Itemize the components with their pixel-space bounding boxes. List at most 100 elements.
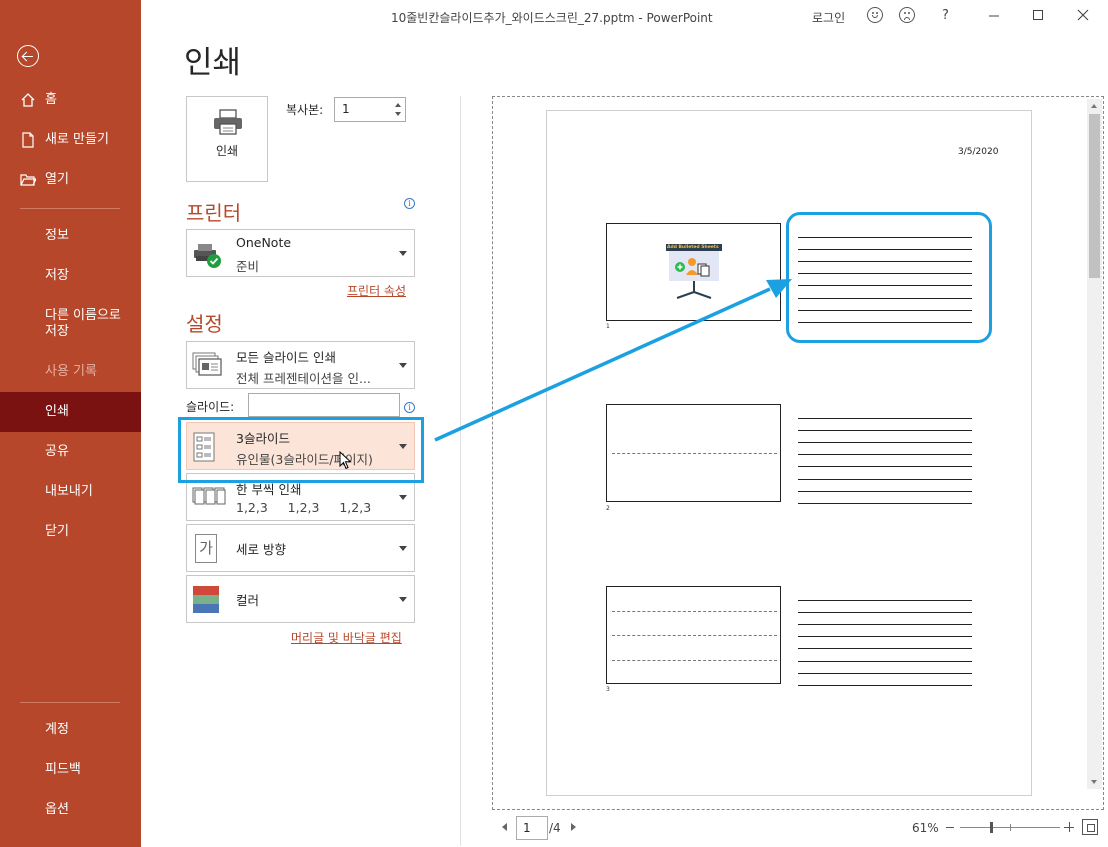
note-line [798, 418, 972, 419]
copies-stepper[interactable]: 1 [334, 97, 406, 122]
settings-heading: 설정 [186, 312, 223, 336]
sidebar-item-info[interactable]: 정보 [0, 216, 141, 256]
zoom-slider-thumb[interactable] [990, 822, 993, 833]
frown-feedback-icon[interactable] [897, 5, 917, 25]
printer-properties-link[interactable]: 프린터 속성 [347, 282, 406, 299]
sidebar-item-print[interactable]: 인쇄 [0, 392, 141, 432]
dashed-placeholder-line [612, 611, 777, 612]
print-range-title: 모든 슬라이드 인쇄 [236, 350, 336, 365]
back-arrow-icon[interactable] [17, 45, 39, 67]
smile-feedback-icon[interactable] [865, 5, 885, 25]
close-icon[interactable] [1073, 5, 1093, 25]
info-icon[interactable]: i [404, 402, 415, 413]
note-line [798, 466, 972, 467]
portrait-orientation-icon: 가 [195, 534, 217, 563]
scroll-up-icon[interactable] [1091, 104, 1097, 108]
scroll-down-icon[interactable] [1091, 780, 1097, 784]
slide-number: 1 [606, 323, 610, 330]
slides-input[interactable] [248, 393, 400, 417]
sidebar-item-label: 홈 [45, 92, 57, 107]
note-line [798, 673, 972, 674]
chevron-down-icon [399, 363, 407, 368]
sidebar-item-new[interactable]: 새로 만들기 [0, 120, 141, 160]
home-icon [21, 93, 35, 107]
sidebar-item-label: 사용 기록 [45, 364, 97, 379]
sidebar-item-label: 공유 [45, 444, 69, 459]
sidebar-item-save-as[interactable]: 다른 이름으로 저장 [0, 300, 141, 348]
print-button[interactable]: 인쇄 [186, 96, 268, 182]
sidebar-divider [20, 702, 120, 703]
spin-down-icon[interactable] [395, 112, 401, 116]
sidebar-item-label: 피드백 [45, 762, 81, 777]
slide-thumbnail [606, 404, 781, 502]
sidebar-item-save[interactable]: 저장 [0, 256, 141, 296]
sign-in-link[interactable]: 로그인 [812, 9, 845, 26]
scroll-thumb[interactable] [1089, 114, 1100, 278]
sidebar-item-account[interactable]: 계정 [0, 710, 141, 750]
preview-scrollbar[interactable] [1087, 99, 1102, 789]
color-dropdown[interactable]: 컬러 [186, 575, 415, 623]
sidebar-item-label: 저장 [45, 268, 69, 283]
dashed-placeholder-line [612, 635, 777, 636]
sidebar-item-history: 사용 기록 [0, 352, 141, 392]
current-page: 1 [523, 821, 531, 835]
note-line [798, 442, 972, 443]
chevron-down-icon [399, 495, 407, 500]
page-number-input[interactable]: 1 [516, 816, 548, 840]
sidebar-item-home[interactable]: 홈 [0, 80, 141, 120]
next-page-icon[interactable] [571, 823, 576, 831]
color-swatch-icon [193, 586, 219, 613]
slide-thumbnail: Add Bulleted Sheets [606, 223, 781, 321]
chevron-down-icon [399, 251, 407, 256]
previous-page-icon[interactable] [502, 823, 507, 831]
sidebar-item-label: 닫기 [45, 524, 69, 539]
onenote-printer-icon [194, 244, 221, 268]
zoom-out-icon[interactable] [946, 827, 954, 828]
slide-number: 2 [606, 505, 610, 512]
note-line [798, 636, 972, 637]
maximize-icon[interactable] [1028, 5, 1048, 25]
sidebar-item-label: 인쇄 [45, 404, 69, 419]
print-range-detail: 전체 프레젠테이션을 인... [236, 371, 371, 386]
header-footer-link[interactable]: 머리글 및 바닥글 편집 [291, 629, 402, 646]
backstage-sidebar: 홈 새로 만들기 열기 정보 저장 다른 이름으로 저장 사용 기록 인쇄 공유… [0, 0, 141, 847]
zoom-level[interactable]: 61% [912, 821, 939, 835]
sidebar-item-label: 정보 [45, 228, 69, 243]
all-slides-icon [192, 352, 222, 376]
help-button[interactable]: ? [942, 8, 962, 28]
note-line [798, 454, 972, 455]
printer-name: OneNote [236, 235, 292, 250]
page-title: 인쇄 [184, 45, 242, 81]
note-line [798, 624, 972, 625]
collate-detail: 1,2,3 1,2,3 1,2,3 [236, 500, 372, 515]
copies-value: 1 [342, 102, 350, 116]
sidebar-divider [20, 208, 120, 209]
info-icon[interactable]: i [404, 198, 415, 209]
sidebar-item-open[interactable]: 열기 [0, 160, 141, 200]
orientation-dropdown[interactable]: 가 세로 방향 [186, 524, 415, 572]
spin-up-icon[interactable] [395, 103, 401, 107]
slide-banner-text: Add Bulleted Sheets [667, 245, 719, 250]
sidebar-item-options[interactable]: 옵션 [0, 790, 141, 830]
sidebar-item-export[interactable]: 내보내기 [0, 472, 141, 512]
print-range-dropdown[interactable]: 모든 슬라이드 인쇄 전체 프레젠테이션을 인... [186, 341, 415, 389]
zoom-in-icon[interactable] [1064, 822, 1074, 832]
orientation-label: 세로 방향 [236, 542, 286, 557]
document-title: 10줄빈칸슬라이드추가_와이드스크린_27.pptm - PowerPoint [391, 11, 713, 25]
color-label: 컬러 [236, 593, 260, 608]
sidebar-item-feedback[interactable]: 피드백 [0, 750, 141, 790]
fit-to-window-icon[interactable] [1082, 819, 1098, 835]
sidebar-item-label: 다른 이름으로 저장 [45, 308, 121, 339]
minimize-icon[interactable] [984, 5, 1004, 25]
note-line [798, 491, 972, 492]
sidebar-item-close[interactable]: 닫기 [0, 512, 141, 552]
printer-dropdown[interactable]: OneNote 준비 [186, 229, 415, 277]
title-bar: 10줄빈칸슬라이드추가_와이드스크린_27.pptm - PowerPoint … [141, 0, 1108, 32]
sidebar-item-label: 새로 만들기 [45, 132, 109, 147]
printer-status: 준비 [236, 259, 260, 274]
note-line [798, 661, 972, 662]
panel-divider [460, 96, 461, 846]
sidebar-item-label: 내보내기 [45, 484, 93, 499]
slide-number: 3 [606, 686, 610, 693]
sidebar-item-share[interactable]: 공유 [0, 432, 141, 472]
